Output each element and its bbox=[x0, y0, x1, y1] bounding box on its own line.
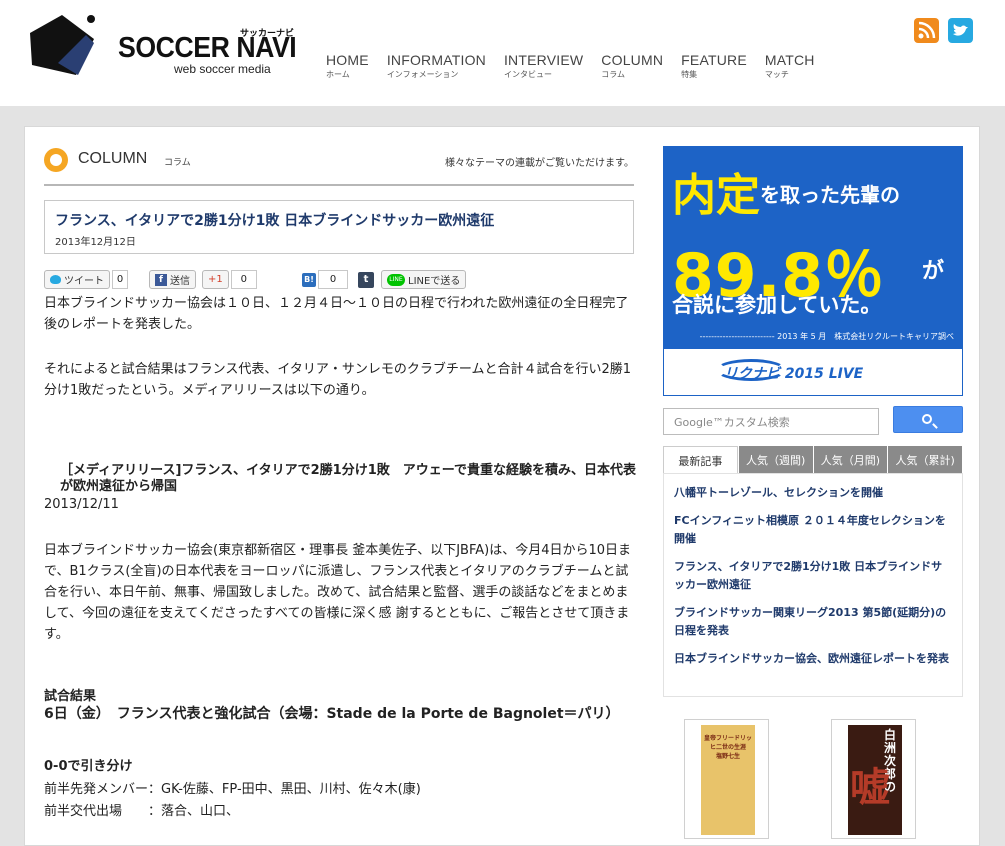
book-thumbnail[interactable]: 白洲次郎の 嘘 bbox=[831, 719, 916, 839]
ad-particle: が bbox=[922, 259, 945, 284]
gplus-button[interactable]: +1 bbox=[202, 270, 229, 289]
hatena-bookmark-icon[interactable]: B! bbox=[302, 272, 316, 287]
news-link[interactable]: ブラインドサッカー関東リーグ2013 第5節(延期分)の日程を発表 bbox=[674, 604, 952, 640]
tab-popular-monthly[interactable]: 人気（月間) bbox=[813, 446, 888, 474]
nav-sublabel: インフォメーション bbox=[386, 70, 459, 79]
gplus-count: 0 bbox=[230, 270, 257, 289]
twitter-icon[interactable] bbox=[948, 18, 973, 43]
article-paragraph: 日本ブラインドサッカー協会(東京都新宿区・理事長 釜本美佐子、以下JBFA)は、… bbox=[44, 543, 632, 642]
hatena-count: 0 bbox=[318, 270, 348, 289]
article-title: フランス、イタリアで2勝1分け1敗 日本ブラインドサッカー欧州遠征 bbox=[55, 213, 495, 229]
results-label: 試合結果 bbox=[44, 689, 97, 704]
nav-sublabel: マッチ bbox=[764, 70, 789, 79]
line-label: LINEで送る bbox=[408, 276, 461, 287]
tweet-label: ツイート bbox=[64, 276, 104, 287]
nav-match[interactable]: MATCH マッチ bbox=[765, 52, 815, 80]
line-send-button[interactable]: LINE LINEで送る bbox=[381, 270, 467, 289]
tab-latest[interactable]: 最新記事 bbox=[663, 446, 738, 474]
article-paragraph: 日本ブラインドサッカー協会は１０日、１２月４日〜１０日の日程で行われた欧州遠征の… bbox=[44, 296, 629, 332]
logo-tagline: web soccer media bbox=[174, 62, 271, 76]
ad-line1: 内定を取った先輩の bbox=[672, 159, 900, 223]
nav-label: INFORMATION bbox=[386, 52, 486, 68]
subs-text: 前半交代出場 ：落合、山口、 bbox=[44, 804, 240, 819]
twitter-bird-icon bbox=[50, 275, 61, 284]
main-nav: HOME ホーム INFORMATION インフォメーション INTERVIEW… bbox=[326, 52, 833, 80]
nav-label: COLUMN bbox=[601, 52, 664, 68]
article-paragraph: それによると試合結果はフランス代表、イタリア・サンレモのクラブチームと合計４試合… bbox=[44, 362, 631, 398]
nav-column[interactable]: COLUMN コラム bbox=[601, 52, 663, 80]
nav-label: MATCH bbox=[764, 52, 815, 68]
book-cover: 皇帝フリードリッヒ二世の生涯 塩野七生 bbox=[701, 725, 755, 835]
gplus-label: +1 bbox=[208, 274, 223, 285]
section-header: COLUMN コラム 様々なテーマの連載がご覧いただけます。 bbox=[44, 146, 634, 186]
section-title: COLUMN bbox=[78, 150, 148, 167]
section-subtitle: コラム bbox=[164, 158, 191, 168]
lineup-text: 前半先発メンバー：GK-佐藤、FP-田中、黒田、川村、佐々木(康) bbox=[44, 782, 421, 797]
nav-interview[interactable]: INTERVIEW インタビュー bbox=[504, 52, 583, 80]
facebook-send-button[interactable]: f 送信 bbox=[149, 270, 196, 289]
tab-popular-weekly[interactable]: 人気（週間) bbox=[738, 446, 813, 474]
match-score: 0-0で引き分け bbox=[44, 759, 133, 774]
book-cover: 白洲次郎の 嘘 bbox=[848, 725, 902, 835]
search-input[interactable]: Google™カスタム検索 bbox=[663, 408, 879, 435]
book-title-large: 嘘 bbox=[850, 765, 890, 811]
nav-sublabel: 特集 bbox=[681, 70, 698, 79]
article-title-box: フランス、イタリアで2勝1分け1敗 日本ブラインドサッカー欧州遠征 2013年1… bbox=[44, 200, 634, 254]
nav-label: INTERVIEW bbox=[503, 52, 584, 68]
nav-label: FEATURE bbox=[681, 52, 747, 68]
recruit-ad-banner[interactable]: 内定を取った先輩の 89.8％ が 合説に参加していた。 -----------… bbox=[663, 146, 963, 396]
ad-logo-text: リクナビ 2015 LIVE bbox=[724, 366, 864, 382]
match-heading: 6日（金） フランス代表と強化試合（会場：Stade de la Porte d… bbox=[44, 706, 620, 722]
nav-feature[interactable]: FEATURE 特集 bbox=[681, 52, 747, 80]
fb-label: 送信 bbox=[170, 276, 190, 287]
nav-sublabel: ホーム bbox=[326, 70, 350, 79]
circle-bullet-icon bbox=[44, 148, 68, 172]
site-header: SOCCER NAVI サッカーナビ web soccer media HOME… bbox=[0, 0, 1005, 106]
release-title: ［メディアリリース]フランス、イタリアで2勝1分け1敗 アウェーで貴重な経験を積… bbox=[60, 463, 636, 494]
ad-note: -------------------------- 2013 年 5 月 株式… bbox=[699, 332, 954, 341]
ad-text: を取った先輩の bbox=[760, 183, 900, 207]
hatena-share: B! 0 bbox=[302, 270, 348, 289]
tweet-button[interactable]: ツイート bbox=[44, 270, 110, 289]
tumblr-icon[interactable]: t bbox=[358, 271, 374, 288]
search-icon bbox=[922, 414, 932, 424]
article-tabs: 最新記事 人気（週間) 人気（月間) 人気（累計) bbox=[663, 446, 963, 474]
nav-information[interactable]: INFORMATION インフォメーション bbox=[387, 52, 486, 80]
rss-icon[interactable] bbox=[914, 18, 939, 43]
news-link[interactable]: 八幡平トーレゾール、セレクションを開催 bbox=[674, 484, 952, 502]
nav-sublabel: インタビュー bbox=[503, 70, 552, 79]
search-button[interactable] bbox=[893, 406, 963, 433]
release-date: 2013/12/11 bbox=[44, 497, 119, 512]
book-author: 塩野七生 bbox=[715, 753, 740, 760]
news-link[interactable]: フランス、イタリアで2勝1分け1敗 日本ブラインドサッカー欧州遠征 bbox=[674, 558, 952, 594]
ad-footer: リクナビ 2015 LIVE bbox=[664, 349, 962, 395]
book-title: 皇帝フリードリッヒ二世の生涯 bbox=[703, 735, 752, 751]
news-link[interactable]: 日本ブラインドサッカー協会、欧州遠征レポートを発表 bbox=[674, 650, 952, 668]
line-share: LINE LINEで送る bbox=[381, 270, 467, 289]
section-description: 様々なテーマの連載がご覧いただけます。 bbox=[445, 158, 634, 169]
tab-popular-all[interactable]: 人気（累計) bbox=[888, 446, 962, 474]
nav-sublabel: コラム bbox=[601, 70, 626, 79]
facebook-icon: f bbox=[155, 273, 167, 286]
logo-kana: サッカーナビ bbox=[240, 29, 295, 39]
nav-home[interactable]: HOME ホーム bbox=[326, 52, 369, 80]
tumblr-share: t bbox=[358, 270, 374, 289]
ad-word-naitei: 内定 bbox=[672, 170, 760, 221]
news-link[interactable]: FCインフィニット相模原 ２０１４年度セレクションを開催 bbox=[674, 512, 952, 548]
book-thumbnail[interactable]: 皇帝フリードリッヒ二世の生涯 塩野七生 bbox=[684, 719, 769, 839]
ad-line3: 合説に参加していた。 bbox=[672, 293, 882, 317]
tweet-count: 0 bbox=[112, 270, 128, 289]
fb-share: f 送信 bbox=[149, 270, 196, 289]
line-icon: LINE bbox=[387, 273, 405, 286]
gplus-share: +1 0 bbox=[202, 270, 257, 289]
latest-news-list: 八幡平トーレゾール、セレクションを開催 FCインフィニット相模原 ２０１４年度セ… bbox=[663, 473, 963, 697]
nav-label: HOME bbox=[326, 52, 369, 68]
logo-mark-icon[interactable] bbox=[28, 13, 98, 78]
article-date: 2013年12月12日 bbox=[55, 237, 136, 248]
tweet-share: ツイート 0 bbox=[44, 270, 128, 289]
